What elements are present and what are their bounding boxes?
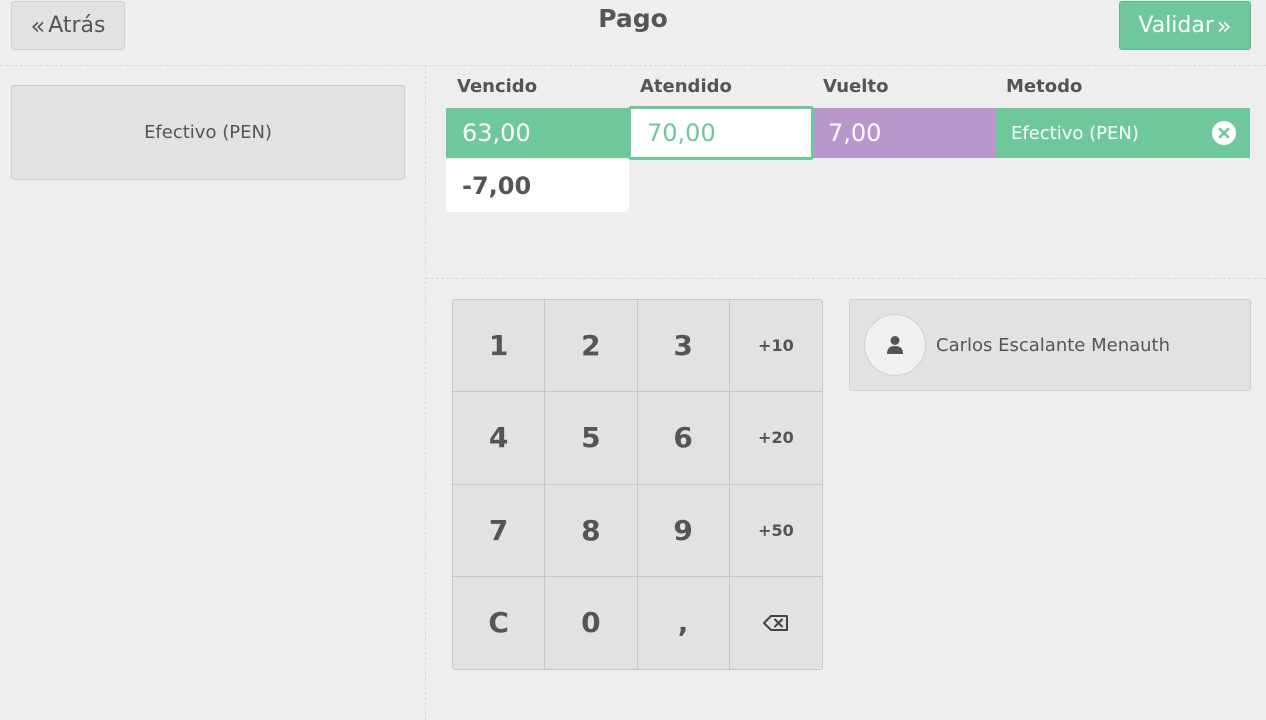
paylines-panel: Vencido Atendido Vuelto Metodo 63,00 70,… (426, 66, 1266, 279)
column-header-due: Vencido (457, 76, 538, 97)
numpad-key-clear[interactable]: C (453, 576, 546, 669)
backspace-icon (762, 614, 788, 631)
numpad-key-plus-10[interactable]: +10 (729, 300, 822, 393)
payment-methods-panel: Efectivo (PEN) (0, 66, 426, 720)
column-header-change: Vuelto (823, 76, 889, 97)
numpad-key-comma[interactable]: , (638, 576, 730, 669)
validate-button[interactable]: Validar » (1119, 1, 1251, 50)
user-icon (887, 336, 903, 354)
avatar (864, 314, 926, 376)
numpad-key-5[interactable]: 5 (545, 392, 638, 485)
payline-method-label: Efectivo (PEN) (1011, 122, 1139, 144)
numpad-key-8[interactable]: 8 (545, 484, 638, 577)
numpad-key-7[interactable]: 7 (453, 484, 546, 577)
validate-button-label: Validar (1138, 13, 1214, 38)
payline-tendered-input[interactable]: 70,00 (628, 106, 814, 160)
top-bar: « Atrás Pago Validar » (0, 0, 1266, 66)
payline-change-amount: 7,00 (814, 108, 996, 158)
remaining-amount: -7,00 (446, 159, 629, 212)
payline-due-amount[interactable]: 63,00 (446, 108, 629, 158)
payline-method: Efectivo (PEN) (996, 108, 1250, 158)
numpad-key-plus-50[interactable]: +50 (729, 485, 822, 577)
payment-method-cash[interactable]: Efectivo (PEN) (11, 85, 405, 180)
numpad-key-1[interactable]: 1 (453, 300, 546, 393)
column-header-tendered: Atendido (640, 76, 732, 97)
numpad-key-9[interactable]: 9 (637, 484, 730, 577)
numpad-key-plus-20[interactable]: +20 (729, 392, 822, 485)
column-header-method: Metodo (1006, 76, 1083, 97)
numpad-key-2[interactable]: 2 (545, 300, 638, 393)
numpad-key-backspace[interactable] (730, 577, 822, 669)
customer-name: Carlos Escalante Menauth (936, 334, 1170, 356)
numpad-key-6[interactable]: 6 (637, 392, 730, 485)
customer-button[interactable]: Carlos Escalante Menauth (849, 299, 1251, 391)
numpad-key-0[interactable]: 0 (545, 576, 638, 669)
numpad-key-3[interactable]: 3 (637, 300, 730, 393)
numpad-key-4[interactable]: 4 (453, 392, 546, 485)
numpad: 1 2 3 +10 4 5 6 +20 7 8 9 +50 C 0 , (452, 299, 823, 670)
remove-payline-icon[interactable] (1212, 121, 1236, 145)
double-chevron-right-icon: » (1216, 11, 1232, 40)
page-title: Pago (598, 4, 668, 33)
